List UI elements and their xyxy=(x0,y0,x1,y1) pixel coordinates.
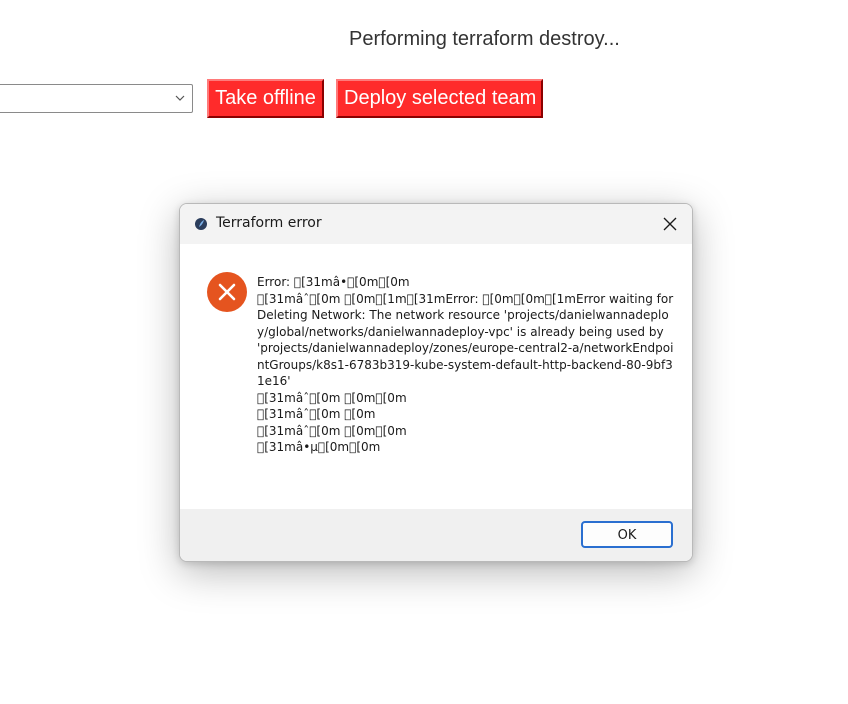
dialog-titlebar[interactable]: Terraform error xyxy=(180,204,692,244)
dialog-footer: OK xyxy=(180,509,692,561)
feather-icon xyxy=(194,217,208,231)
take-offline-button[interactable]: Take offline xyxy=(207,79,324,118)
chevron-down-icon xyxy=(174,91,186,105)
error-dialog: Terraform error Error:  [31mâ• [0m [0m  … xyxy=(179,203,693,562)
deploy-selected-team-button[interactable]: Deploy selected team xyxy=(336,79,543,118)
team-select[interactable] xyxy=(0,84,193,113)
close-icon xyxy=(663,217,677,231)
status-text: Performing terraform destroy... xyxy=(349,28,620,50)
error-message: Error:  [31mâ• [0m [0m  [31mâˆ [0m  [0m … xyxy=(257,275,674,454)
dialog-title: Terraform error xyxy=(216,215,322,231)
close-button[interactable] xyxy=(654,208,686,240)
error-icon xyxy=(206,271,248,313)
dialog-content: Error:  [31mâ• [0m [0m  [31mâˆ [0m  [0m … xyxy=(180,244,692,511)
app-window: Performing terraform destroy... Take off… xyxy=(0,0,848,704)
ok-button[interactable]: OK xyxy=(581,521,673,548)
